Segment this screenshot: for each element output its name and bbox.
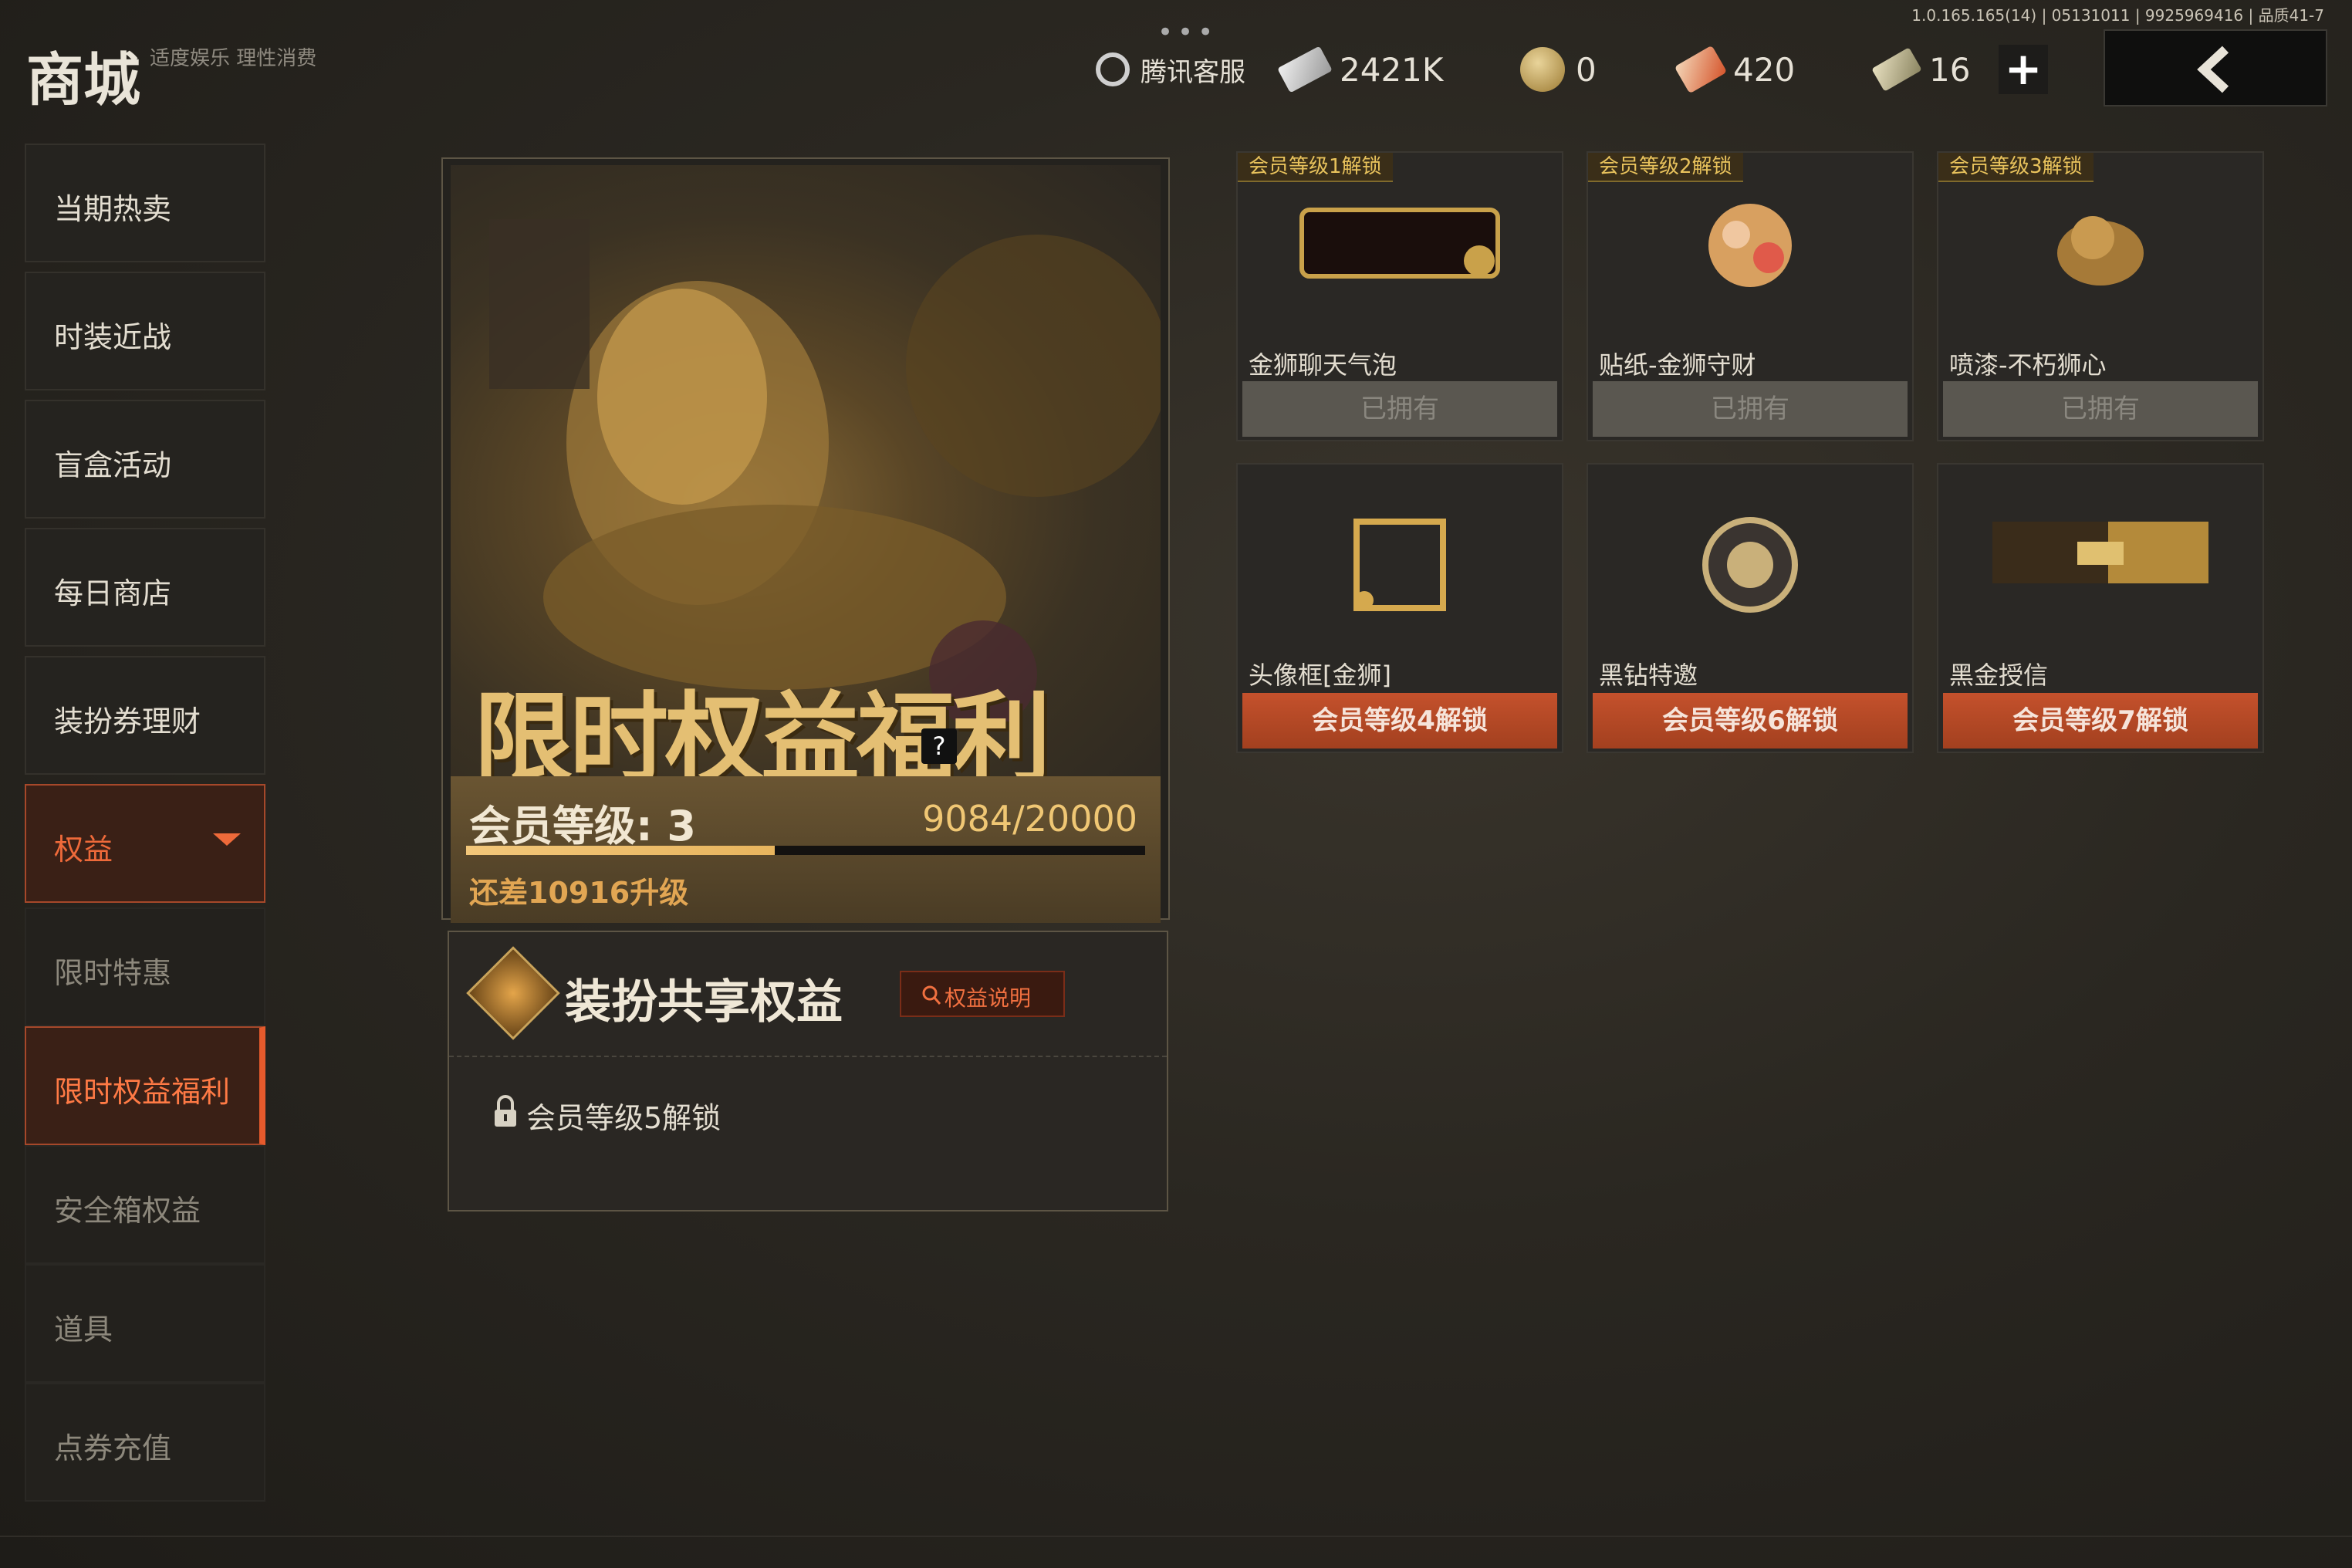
sidebar-item-label: 当期热卖 (54, 192, 172, 226)
resource-coin[interactable]: 0 (1520, 45, 1597, 94)
benefits-banner: 限时权益福利 ? 会员等级: 3 9084/20000 还差10916升级 (441, 157, 1170, 923)
unlock-tag: 会员等级2解锁 (1588, 153, 1743, 182)
reward-card[interactable]: 头像框[金狮] 会员等级4解锁 (1236, 463, 1563, 753)
sidebar-item-label: 权益 (54, 833, 113, 867)
unlock-level-button[interactable]: 会员等级7解锁 (1943, 693, 2258, 749)
reward-name: 黑钻特邀 (1599, 661, 1698, 690)
resource-value: 2421K (1340, 50, 1444, 89)
spray-icon (2057, 216, 2144, 286)
sticker-icon (1708, 204, 1792, 287)
more-icon[interactable]: ••• (1157, 17, 1218, 48)
reward-card[interactable]: 会员等级3解锁 喷漆-不朽狮心 已拥有 (1937, 151, 2264, 441)
lock-icon (495, 1095, 516, 1127)
sidebar-subitem-limited-offer[interactable]: 限时特惠 (25, 907, 265, 1026)
sidebar-item-hot-sale[interactable]: 当期热卖 (25, 144, 265, 262)
sidebar-subitem-items[interactable]: 道具 (25, 1264, 265, 1383)
reward-name: 黑金授信 (1949, 661, 2049, 690)
reward-card[interactable]: 会员等级1解锁 金狮聊天气泡 已拥有 (1236, 151, 1563, 441)
slogan: 适度娱乐 理性消费 (150, 47, 317, 70)
reward-name: 贴纸-金狮守财 (1599, 350, 1756, 380)
helmet-badge-icon (1702, 517, 1798, 613)
resource-ticket[interactable]: 420 (1674, 45, 1796, 94)
member-level-label: 会员等级: 3 (469, 802, 696, 850)
sidebar-item-label: 限时特惠 (54, 956, 172, 990)
level-progress-bar (466, 846, 1145, 855)
benefits-help-label: 权益说明 (945, 985, 1032, 1011)
unlock-tag: 会员等级1解锁 (1238, 153, 1393, 182)
sidebar-item-blind-box[interactable]: 盲盒活动 (25, 400, 265, 519)
card-banner-icon (1992, 522, 2208, 583)
sidebar-subitem-recharge[interactable]: 点券充值 (25, 1383, 265, 1502)
chevron-left-icon (2197, 46, 2229, 93)
coin-icon (1520, 47, 1565, 92)
banner-title: 限时权益福利 (474, 682, 1051, 779)
sidebar-subitem-limited-benefits[interactable]: 限时权益福利 (25, 1026, 265, 1145)
level-progress-fill (466, 846, 775, 855)
sidebar-item-daily-shop[interactable]: 每日商店 (25, 528, 265, 647)
reward-name: 金狮聊天气泡 (1249, 350, 1397, 380)
level-gap-text: 还差10916升级 (469, 876, 689, 910)
owned-button: 已拥有 (1242, 381, 1557, 437)
resource-voucher[interactable]: 16 (1871, 45, 1971, 94)
sidebar-item-label: 安全箱权益 (54, 1194, 201, 1228)
reward-name: 喷漆-不朽狮心 (1949, 350, 2107, 380)
cash-bill-icon (1277, 46, 1333, 93)
shared-benefits-panel: 装扮共享权益 权益说明 会员等级5解锁 (448, 931, 1168, 1211)
avatar-frame-icon (1353, 519, 1446, 611)
lion-emblem-icon (466, 946, 560, 1040)
sidebar-item-label: 点券充值 (54, 1431, 172, 1465)
unlock-level-button[interactable]: 会员等级4解锁 (1242, 693, 1557, 749)
reward-name: 头像框[金狮] (1249, 661, 1391, 690)
voucher-icon (1871, 47, 1922, 92)
shared-benefits-lock-text: 会员等级5解锁 (526, 1101, 721, 1135)
sidebar-subitem-safe-box[interactable]: 安全箱权益 (25, 1145, 265, 1264)
sidebar-item-label: 装扮券理财 (54, 705, 201, 738)
ticket-icon (1674, 45, 1728, 94)
owned-button: 已拥有 (1943, 381, 2258, 437)
chevron-down-icon (213, 833, 241, 846)
page-title: 商城 (26, 47, 140, 113)
help-icon[interactable]: ? (921, 728, 957, 764)
divider (449, 1056, 1167, 1057)
shared-benefits-title: 装扮共享权益 (565, 975, 843, 1029)
resource-value: 420 (1733, 50, 1796, 89)
resource-cash[interactable]: 2421K (1277, 45, 1444, 94)
reward-card[interactable]: 黑钻特邀 会员等级6解锁 (1587, 463, 1914, 753)
customer-service-button[interactable]: 腾讯客服 (1096, 45, 1245, 94)
sidebar-item-label: 限时权益福利 (54, 1075, 231, 1109)
sidebar-item-rights[interactable]: 权益 (25, 784, 265, 903)
member-level-panel: 会员等级: 3 9084/20000 还差10916升级 (451, 776, 1161, 923)
owned-button: 已拥有 (1593, 381, 1908, 437)
headset-icon (1096, 52, 1130, 86)
sidebar-item-label: 时装近战 (54, 320, 172, 354)
sidebar-item-label: 盲盒活动 (54, 448, 172, 482)
sidebar-item-label: 道具 (54, 1313, 113, 1347)
reward-card[interactable]: 会员等级2解锁 贴纸-金狮守财 已拥有 (1587, 151, 1914, 441)
member-level-points: 9084/20000 (922, 798, 1137, 840)
sidebar-item-fashion-melee[interactable]: 时装近战 (25, 272, 265, 390)
resource-value: 0 (1576, 50, 1597, 89)
resource-value: 16 (1929, 50, 1971, 89)
reward-card[interactable]: 黑金授信 会员等级7解锁 (1937, 463, 2264, 753)
add-currency-button[interactable]: + (1999, 45, 2048, 94)
search-icon (922, 985, 941, 1005)
sidebar-item-finance[interactable]: 装扮券理财 (25, 656, 265, 775)
benefits-help-button[interactable]: 权益说明 (900, 971, 1065, 1017)
customer-service-label: 腾讯客服 (1141, 56, 1245, 88)
back-button[interactable] (2104, 29, 2327, 106)
unlock-level-button[interactable]: 会员等级6解锁 (1593, 693, 1908, 749)
golden-lion-artwork: 限时权益福利 ? (451, 165, 1161, 779)
version-info: 1.0.165.165(14) | 05131011 | 9925969416 … (1911, 6, 2324, 25)
divider (0, 1536, 2352, 1537)
chat-bubble-icon (1299, 208, 1500, 279)
sidebar-item-label: 每日商店 (54, 576, 172, 610)
unlock-tag: 会员等级3解锁 (1938, 153, 2093, 182)
